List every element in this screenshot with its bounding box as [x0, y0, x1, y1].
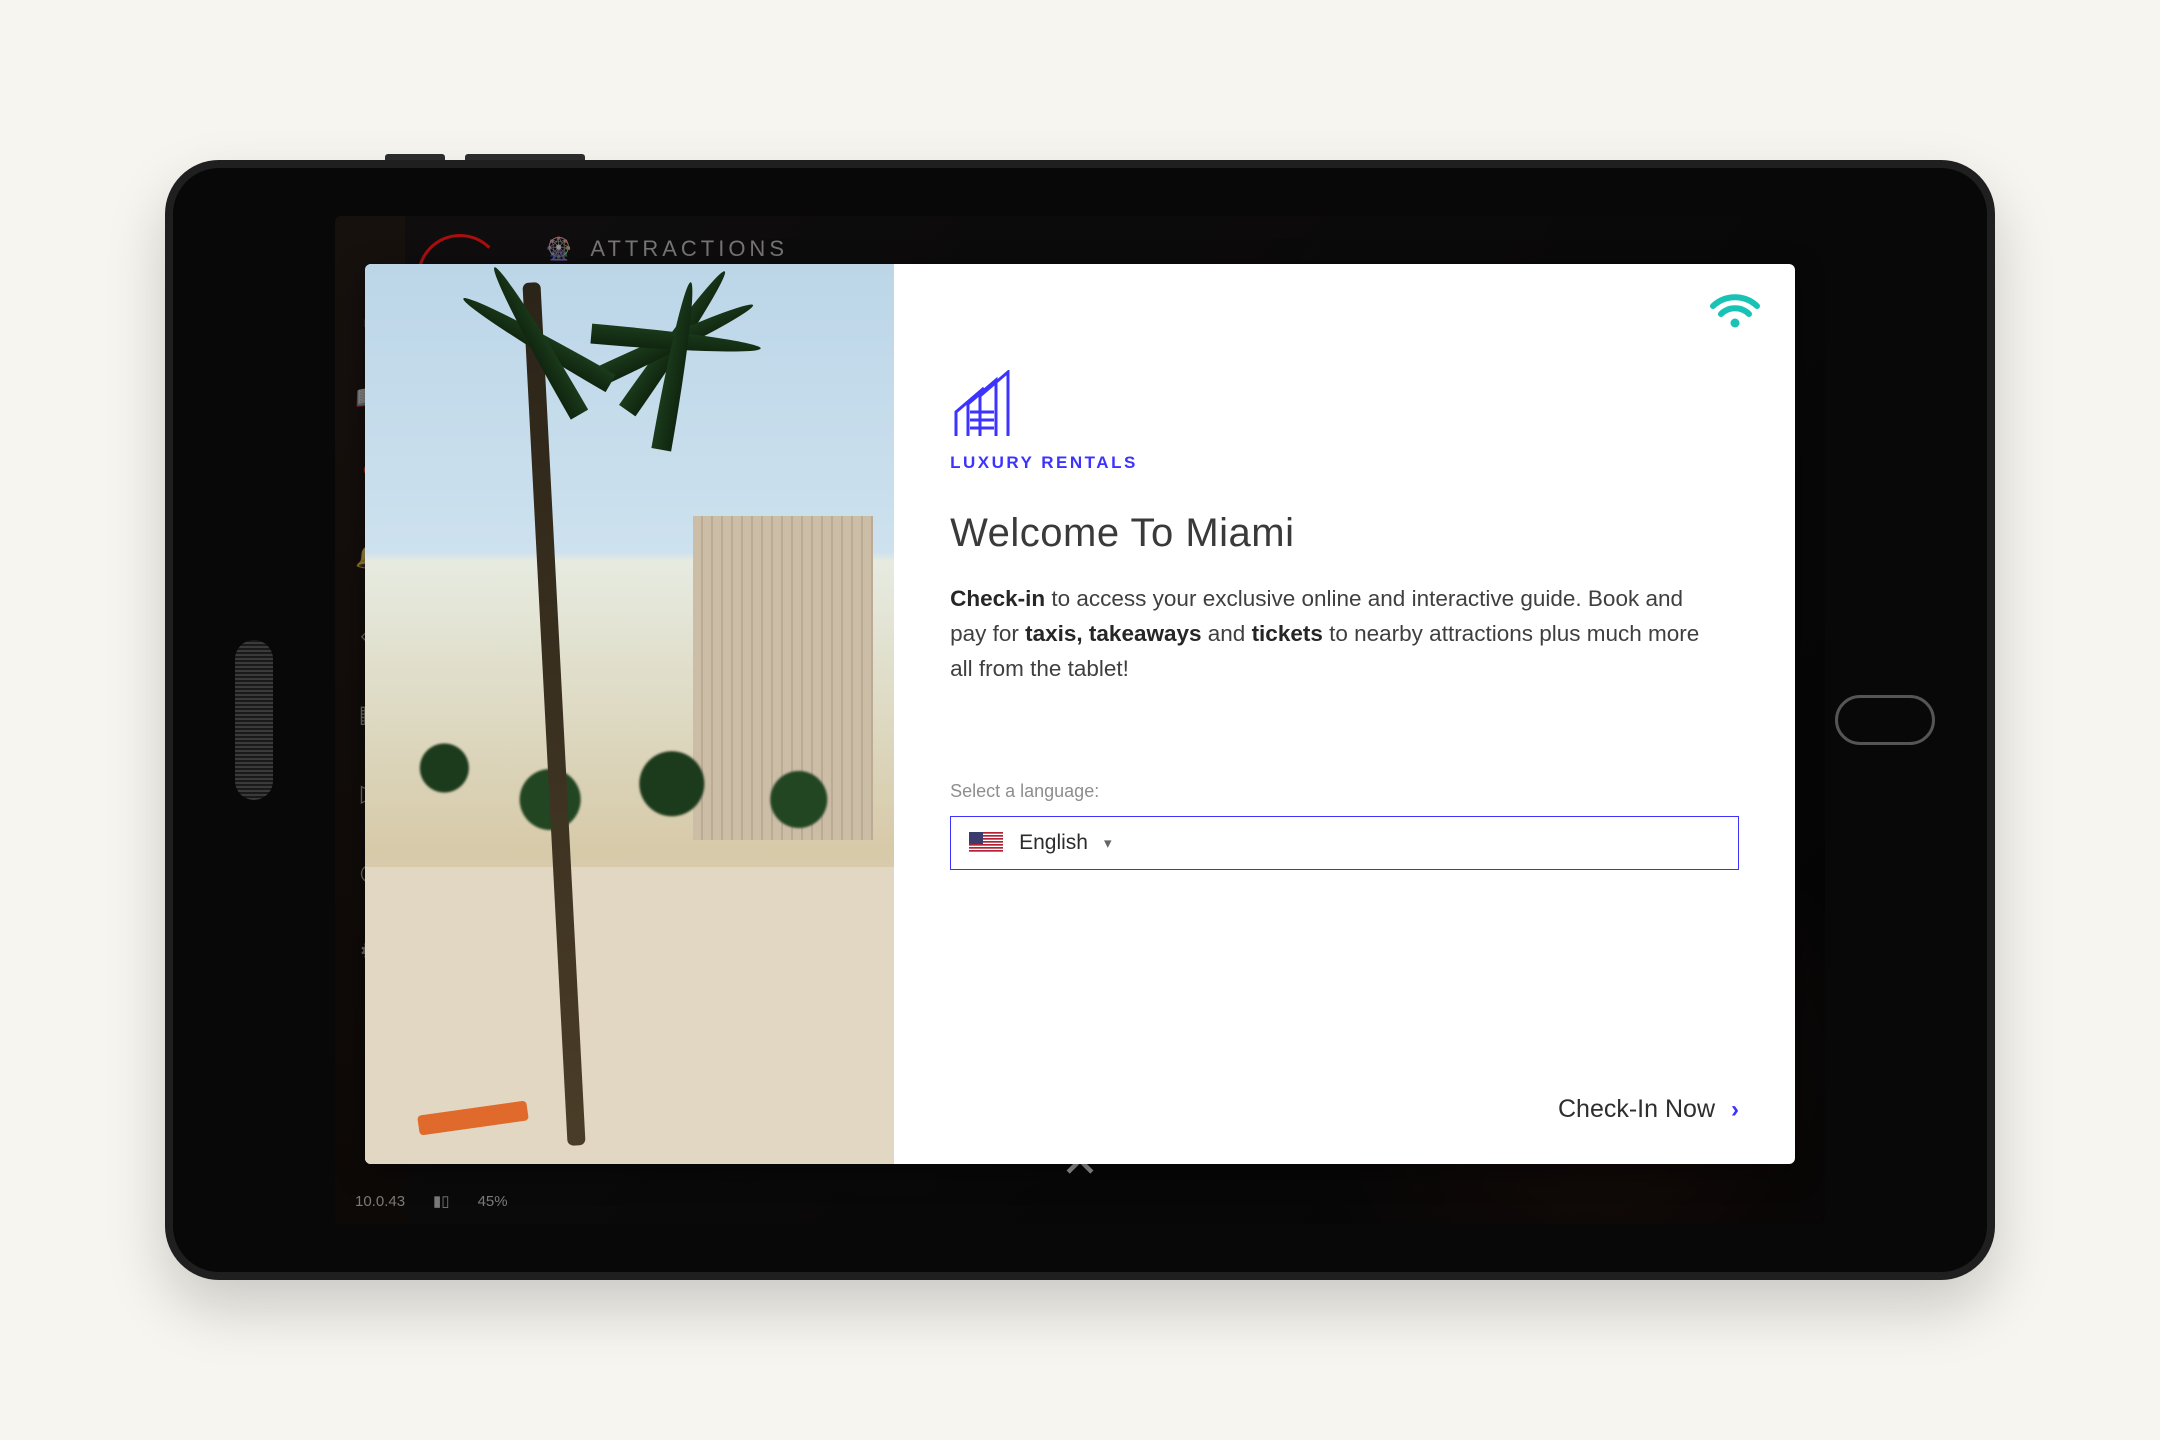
power-button	[385, 154, 445, 160]
check-in-button[interactable]: Check-In Now ›	[1558, 1095, 1739, 1124]
wifi-icon	[1709, 290, 1761, 335]
language-select[interactable]: English ▾	[950, 816, 1739, 870]
welcome-modal: LUXURY RENTALS Welcome To Miami Check-in…	[365, 264, 1795, 1164]
speaker-grille	[235, 640, 273, 800]
attractions-icon: 🎡	[545, 236, 576, 262]
modal-content: LUXURY RENTALS Welcome To Miami Check-in…	[894, 264, 1795, 1164]
flag-us-icon	[969, 832, 1003, 854]
battery-icon: ▮▯	[433, 1192, 450, 1210]
welcome-body: Check-in to access your exclusive online…	[950, 582, 1710, 687]
welcome-title: Welcome To Miami	[950, 511, 1739, 556]
volume-button	[465, 154, 585, 160]
brand-logo-icon	[950, 370, 1042, 444]
body-bold-tickets: tickets	[1252, 621, 1323, 646]
screen: 🎡 ATTRACTIONS ⌂ 📖 📍 🔔 ◇ ▦ ▷ ◷ ⚙ 10.0.43 …	[335, 216, 1825, 1224]
body-bold-taxis: taxis, takeaways	[1025, 621, 1201, 646]
battery-pct: 45%	[478, 1193, 508, 1210]
status-time: 10.0.43	[355, 1193, 405, 1210]
background-header: 🎡 ATTRACTIONS	[425, 236, 788, 262]
hero-image	[365, 264, 894, 1164]
brand: LUXURY RENTALS	[950, 370, 1739, 473]
brand-name: LUXURY RENTALS	[950, 453, 1739, 473]
body-bold-checkin: Check-in	[950, 586, 1045, 611]
tablet-frame: 🎡 ATTRACTIONS ⌂ 📖 📍 🔔 ◇ ▦ ▷ ◷ ⚙ 10.0.43 …	[165, 160, 1995, 1280]
language-label: Select a language:	[950, 781, 1739, 802]
home-button[interactable]	[1835, 695, 1935, 745]
chevron-down-icon: ▾	[1104, 834, 1112, 852]
chevron-right-icon: ›	[1731, 1096, 1739, 1124]
status-bar: 10.0.43 ▮▯ 45%	[355, 1192, 508, 1210]
check-in-label: Check-In Now	[1558, 1095, 1715, 1124]
background-header-label: ATTRACTIONS	[590, 236, 788, 262]
language-selected-value: English	[1019, 831, 1088, 855]
